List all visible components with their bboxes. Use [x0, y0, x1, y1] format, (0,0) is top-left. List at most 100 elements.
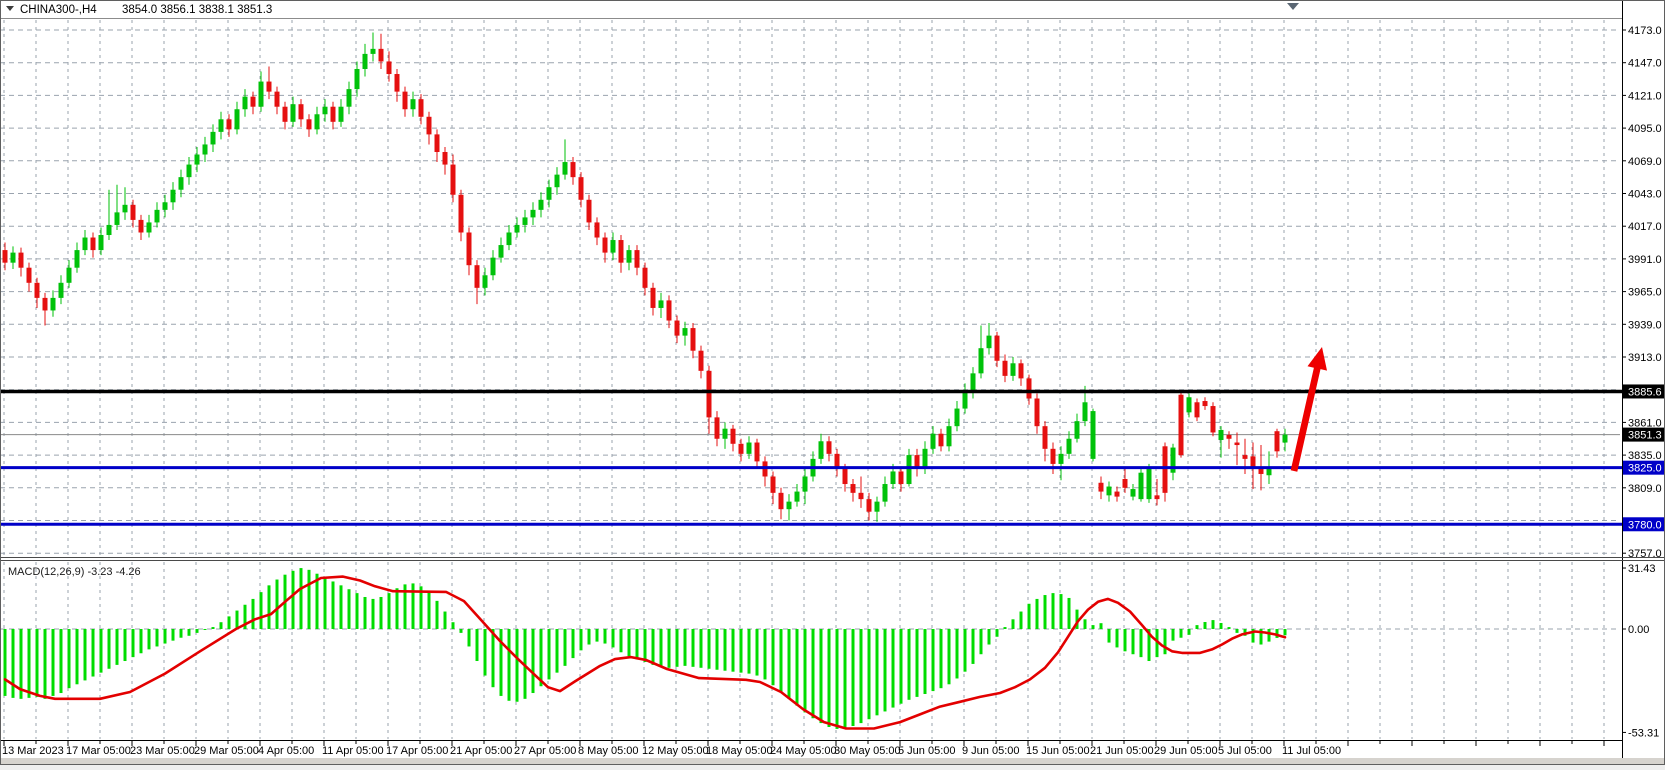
macd-histogram-bar	[508, 629, 511, 701]
macd-histogram-bar	[356, 593, 359, 629]
macd-histogram-bar	[396, 588, 399, 629]
candle-body	[395, 74, 400, 92]
candle-body	[179, 177, 184, 190]
macd-histogram-bar	[148, 629, 151, 649]
price-axis[interactable]	[1623, 20, 1665, 740]
candle-body	[779, 493, 784, 509]
macd-histogram-bar	[196, 629, 199, 633]
macd-histogram-bar	[1060, 594, 1063, 629]
candle-body	[1003, 361, 1008, 376]
macd-histogram-bar	[260, 592, 263, 629]
macd-histogram-bar	[1228, 627, 1231, 629]
macd-histogram-bar	[1180, 629, 1183, 638]
macd-histogram-bar	[36, 629, 39, 697]
macd-histogram-bar	[820, 629, 823, 723]
macd-histogram-bar	[428, 592, 431, 629]
candle-body	[83, 238, 88, 251]
candle-body	[59, 283, 64, 298]
candle-body	[1123, 479, 1128, 488]
macd-histogram-bar	[996, 629, 999, 637]
macd-histogram-bar	[68, 629, 71, 688]
macd-histogram-bar	[964, 629, 967, 672]
macd-histogram-bar	[236, 611, 239, 629]
candle-body	[571, 162, 576, 177]
macd-histogram-bar	[1052, 593, 1055, 629]
candle-body	[747, 443, 752, 454]
candle-body	[1219, 430, 1224, 440]
candle-body	[1155, 495, 1160, 499]
macd-histogram-bar	[476, 629, 479, 661]
macd-histogram-bar	[108, 629, 111, 669]
candle-body	[603, 238, 608, 253]
candle-body	[443, 152, 448, 165]
candle-body	[555, 175, 560, 188]
candle-body	[819, 441, 824, 459]
candle-body	[43, 298, 48, 311]
macd-histogram-bar	[708, 629, 711, 669]
macd-histogram-bar	[540, 629, 543, 686]
candle-body	[259, 82, 264, 107]
macd-histogram-bar	[1044, 595, 1047, 629]
candle-body	[91, 238, 96, 251]
candle-body	[387, 61, 392, 74]
chart-window: 4173.04147.04121.04095.04069.04043.04017…	[0, 0, 1665, 765]
candle-body	[883, 484, 888, 502]
macd-histogram-bar	[740, 629, 743, 673]
macd-histogram-bar	[1092, 625, 1095, 629]
candle-body	[979, 348, 984, 373]
candle-body	[371, 49, 376, 54]
macd-histogram-bar	[580, 629, 583, 650]
candle-body	[635, 250, 640, 268]
candle-body	[147, 222, 152, 232]
macd-histogram-bar	[124, 629, 127, 661]
bottom-strip	[1, 758, 1664, 764]
macd-histogram-bar	[772, 629, 775, 685]
time-axis[interactable]	[0, 741, 1622, 757]
macd-histogram-bar	[1164, 629, 1167, 654]
macd-histogram-bar	[1204, 622, 1207, 629]
candle-body	[643, 268, 648, 288]
macd-histogram-bar	[364, 597, 367, 629]
macd-histogram-bar	[276, 580, 279, 629]
pane-splitter-bottom[interactable]	[0, 560, 1665, 561]
macd-histogram-bar	[780, 629, 783, 692]
candle-body	[1275, 431, 1280, 451]
candle-body	[659, 300, 664, 308]
macd-histogram-bar	[828, 629, 831, 727]
macd-histogram-bar	[4, 629, 7, 696]
candle-body	[907, 455, 912, 484]
macd-histogram-bar	[1004, 627, 1007, 629]
macd-histogram-bar	[332, 581, 335, 629]
pane-splitter-top[interactable]	[0, 557, 1665, 558]
candle-body	[731, 429, 736, 444]
candle-body	[475, 265, 480, 288]
candle-body	[947, 426, 952, 446]
candle-body	[875, 502, 880, 512]
macd-histogram-bar	[156, 629, 159, 646]
candle-body	[235, 109, 240, 129]
candle-body	[619, 240, 624, 263]
macd-histogram-bar	[948, 629, 951, 684]
macd-histogram-bar	[100, 629, 103, 673]
candle-body	[1203, 401, 1208, 406]
macd-histogram-bar	[788, 629, 791, 699]
candle-body	[99, 235, 104, 250]
macd-histogram-bar	[164, 629, 167, 644]
macd-histogram-bar	[92, 629, 95, 677]
macd-histogram-bar	[1108, 629, 1111, 643]
macd-histogram-bar	[52, 629, 55, 696]
candle-body	[483, 275, 488, 288]
candle-body	[379, 49, 384, 62]
candle-body	[1163, 446, 1168, 493]
macd-histogram-bar	[924, 629, 927, 694]
macd-histogram-bar	[468, 629, 471, 646]
candle-body	[627, 250, 632, 263]
candle-body	[691, 328, 696, 351]
candle-body	[267, 82, 272, 92]
chart-title-symbol[interactable]: CHINA300-,H4	[20, 4, 97, 16]
macd-histogram-bar	[308, 570, 311, 629]
macd-histogram-bar	[988, 629, 991, 645]
candle-body	[195, 155, 200, 165]
candle-body	[891, 471, 896, 484]
chart-plot-area[interactable]	[0, 0, 1665, 765]
